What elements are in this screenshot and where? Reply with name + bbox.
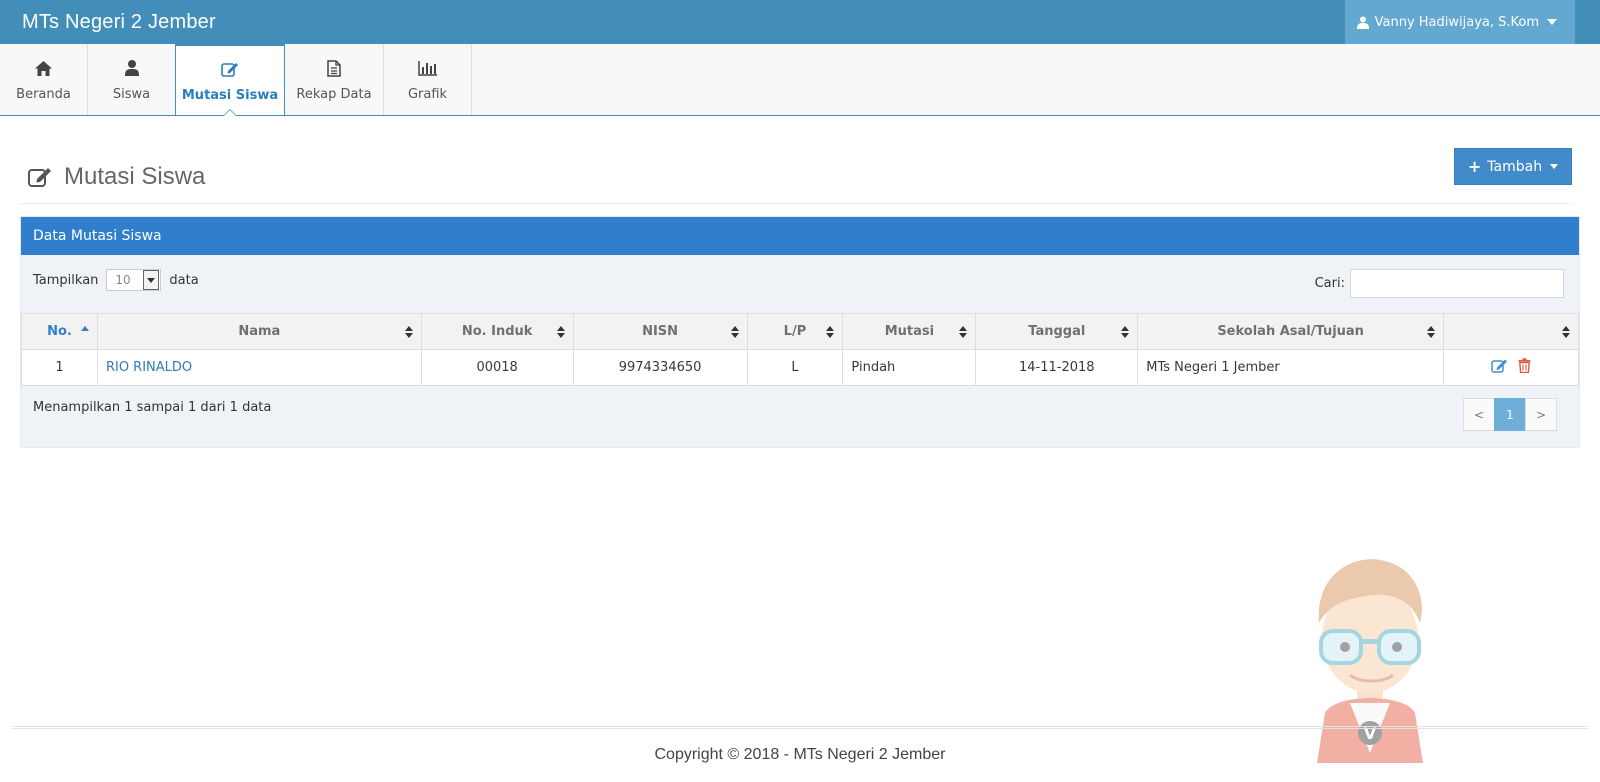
tab-label: Grafik (407, 87, 448, 102)
user-name: Vanny Hadiwijaya, S.Kom (1374, 14, 1539, 30)
student-name-link[interactable]: RIO RINALDO (106, 360, 192, 375)
show-label: Tampilkan (33, 272, 99, 288)
user-icon (124, 57, 139, 79)
column-label: No. Induk (461, 324, 533, 339)
app-brand[interactable]: MTs Negeri 2 Jember (0, 11, 216, 34)
search-box: Cari: (1315, 269, 1564, 298)
page-header: Mutasi Siswa + Tambah (20, 148, 1572, 204)
user-icon (1356, 16, 1369, 29)
pagination-next[interactable]: > (1525, 398, 1557, 431)
panel-title: Data Mutasi Siswa (21, 217, 1579, 255)
column-label: No. (47, 324, 72, 339)
search-label: Cari: (1314, 276, 1345, 291)
pagination-prev[interactable]: < (1463, 398, 1495, 431)
table-row: 1 RIO RINALDO 00018 9974334650 L Pindah … (21, 349, 1579, 386)
column-lp[interactable]: L/P (746, 313, 844, 350)
column-tanggal[interactable]: Tanggal (975, 313, 1139, 350)
chevron-down-icon (1547, 19, 1557, 25)
cell-nisn: 9974334650 (572, 349, 748, 386)
mutasi-table: No. Nama No. Induk NISN L/P Mutasi Tangg… (21, 313, 1579, 386)
cell-sekolah: MTs Negeri 1 Jember (1137, 349, 1445, 386)
entries-select[interactable]: 10 (106, 269, 162, 291)
sort-icon (1121, 325, 1130, 338)
tab-label: Rekap Data (296, 87, 372, 102)
column-mutasi[interactable]: Mutasi (842, 313, 977, 350)
show-suffix: data (169, 272, 199, 288)
cell-tanggal: 14-11-2018 (975, 349, 1139, 386)
sort-icon (404, 325, 413, 338)
document-icon (327, 57, 341, 79)
table-header-row: No. Nama No. Induk NISN L/P Mutasi Tangg… (21, 313, 1579, 350)
page-title: Mutasi Siswa (20, 163, 205, 191)
add-button-label: Tambah (1487, 158, 1543, 175)
pagination: < 1 > (1463, 398, 1557, 431)
tab-mutasi-siswa[interactable]: Mutasi Siswa (175, 44, 285, 116)
show-entries: Tampilkan 10 data (33, 269, 199, 291)
cell-nama: RIO RINALDO (96, 349, 422, 386)
bar-chart-icon (417, 57, 438, 79)
cell-no: 1 (21, 349, 98, 386)
tab-rekap-data[interactable]: Rekap Data (285, 44, 384, 115)
tab-beranda[interactable]: Beranda (0, 44, 88, 115)
user-menu[interactable]: Vanny Hadiwijaya, S.Kom (1344, 0, 1575, 44)
copyright-text: Copyright © 2018 - MTs Negeri 2 Jember (654, 746, 946, 763)
sort-icon (730, 325, 739, 338)
top-navbar: MTs Negeri 2 Jember Vanny Hadiwijaya, S.… (0, 0, 1600, 44)
cell-lp: L (746, 349, 844, 386)
data-panel: Data Mutasi Siswa Tampilkan 10 data Cari… (20, 216, 1580, 448)
home-icon (35, 57, 52, 79)
page-footer: Copyright © 2018 - MTs Negeri 2 Jember (12, 726, 1588, 764)
tab-label: Mutasi Siswa (181, 88, 279, 103)
column-no[interactable]: No. (21, 313, 98, 350)
table-info: Menampilkan 1 sampai 1 dari 1 data (33, 400, 272, 415)
column-label: Nama (238, 324, 281, 339)
pagination-page[interactable]: 1 (1494, 398, 1526, 431)
sort-icon (1427, 325, 1436, 338)
column-sekolah[interactable]: Sekolah Asal/Tujuan (1137, 313, 1445, 350)
column-label: L/P (783, 324, 807, 339)
tab-label: Beranda (16, 87, 71, 102)
table-footer: Menampilkan 1 sampai 1 dari 1 data < 1 > (21, 386, 1579, 431)
column-no-induk[interactable]: No. Induk (420, 313, 574, 350)
column-nisn[interactable]: NISN (572, 313, 748, 350)
table-toolbar: Tampilkan 10 data Cari: (21, 255, 1579, 313)
add-button[interactable]: + Tambah (1454, 148, 1572, 185)
edit-icon (28, 166, 52, 187)
sort-asc-icon (80, 325, 89, 331)
column-actions[interactable] (1443, 313, 1579, 350)
search-input[interactable] (1350, 269, 1564, 298)
trash-icon[interactable] (1518, 358, 1531, 377)
tab-grafik[interactable]: Grafik (384, 44, 472, 115)
main-menu: Beranda Siswa Mutasi Siswa Rekap Data Gr… (0, 44, 1600, 116)
sort-icon (959, 325, 968, 338)
chevron-down-icon (143, 270, 160, 290)
chevron-down-icon (1550, 164, 1559, 169)
cell-induk: 00018 (420, 349, 574, 386)
cell-mutasi: Pindah (842, 349, 977, 386)
sort-icon (556, 325, 565, 338)
column-nama[interactable]: Nama (96, 313, 422, 350)
column-label: Mutasi (884, 324, 935, 339)
column-label: Tanggal (1028, 324, 1086, 339)
cell-actions (1443, 349, 1579, 386)
sort-icon (826, 325, 835, 338)
edit-icon[interactable] (1491, 358, 1508, 377)
plus-icon: + (1467, 157, 1482, 176)
column-label: NISN (642, 324, 679, 339)
page-title-text: Mutasi Siswa (64, 162, 206, 190)
entries-value: 10 (115, 273, 131, 287)
column-label: Sekolah Asal/Tujuan (1217, 324, 1364, 339)
edit-icon (221, 58, 239, 80)
tab-label: Siswa (112, 87, 151, 102)
sort-icon (1562, 325, 1570, 338)
tab-siswa[interactable]: Siswa (88, 44, 176, 115)
